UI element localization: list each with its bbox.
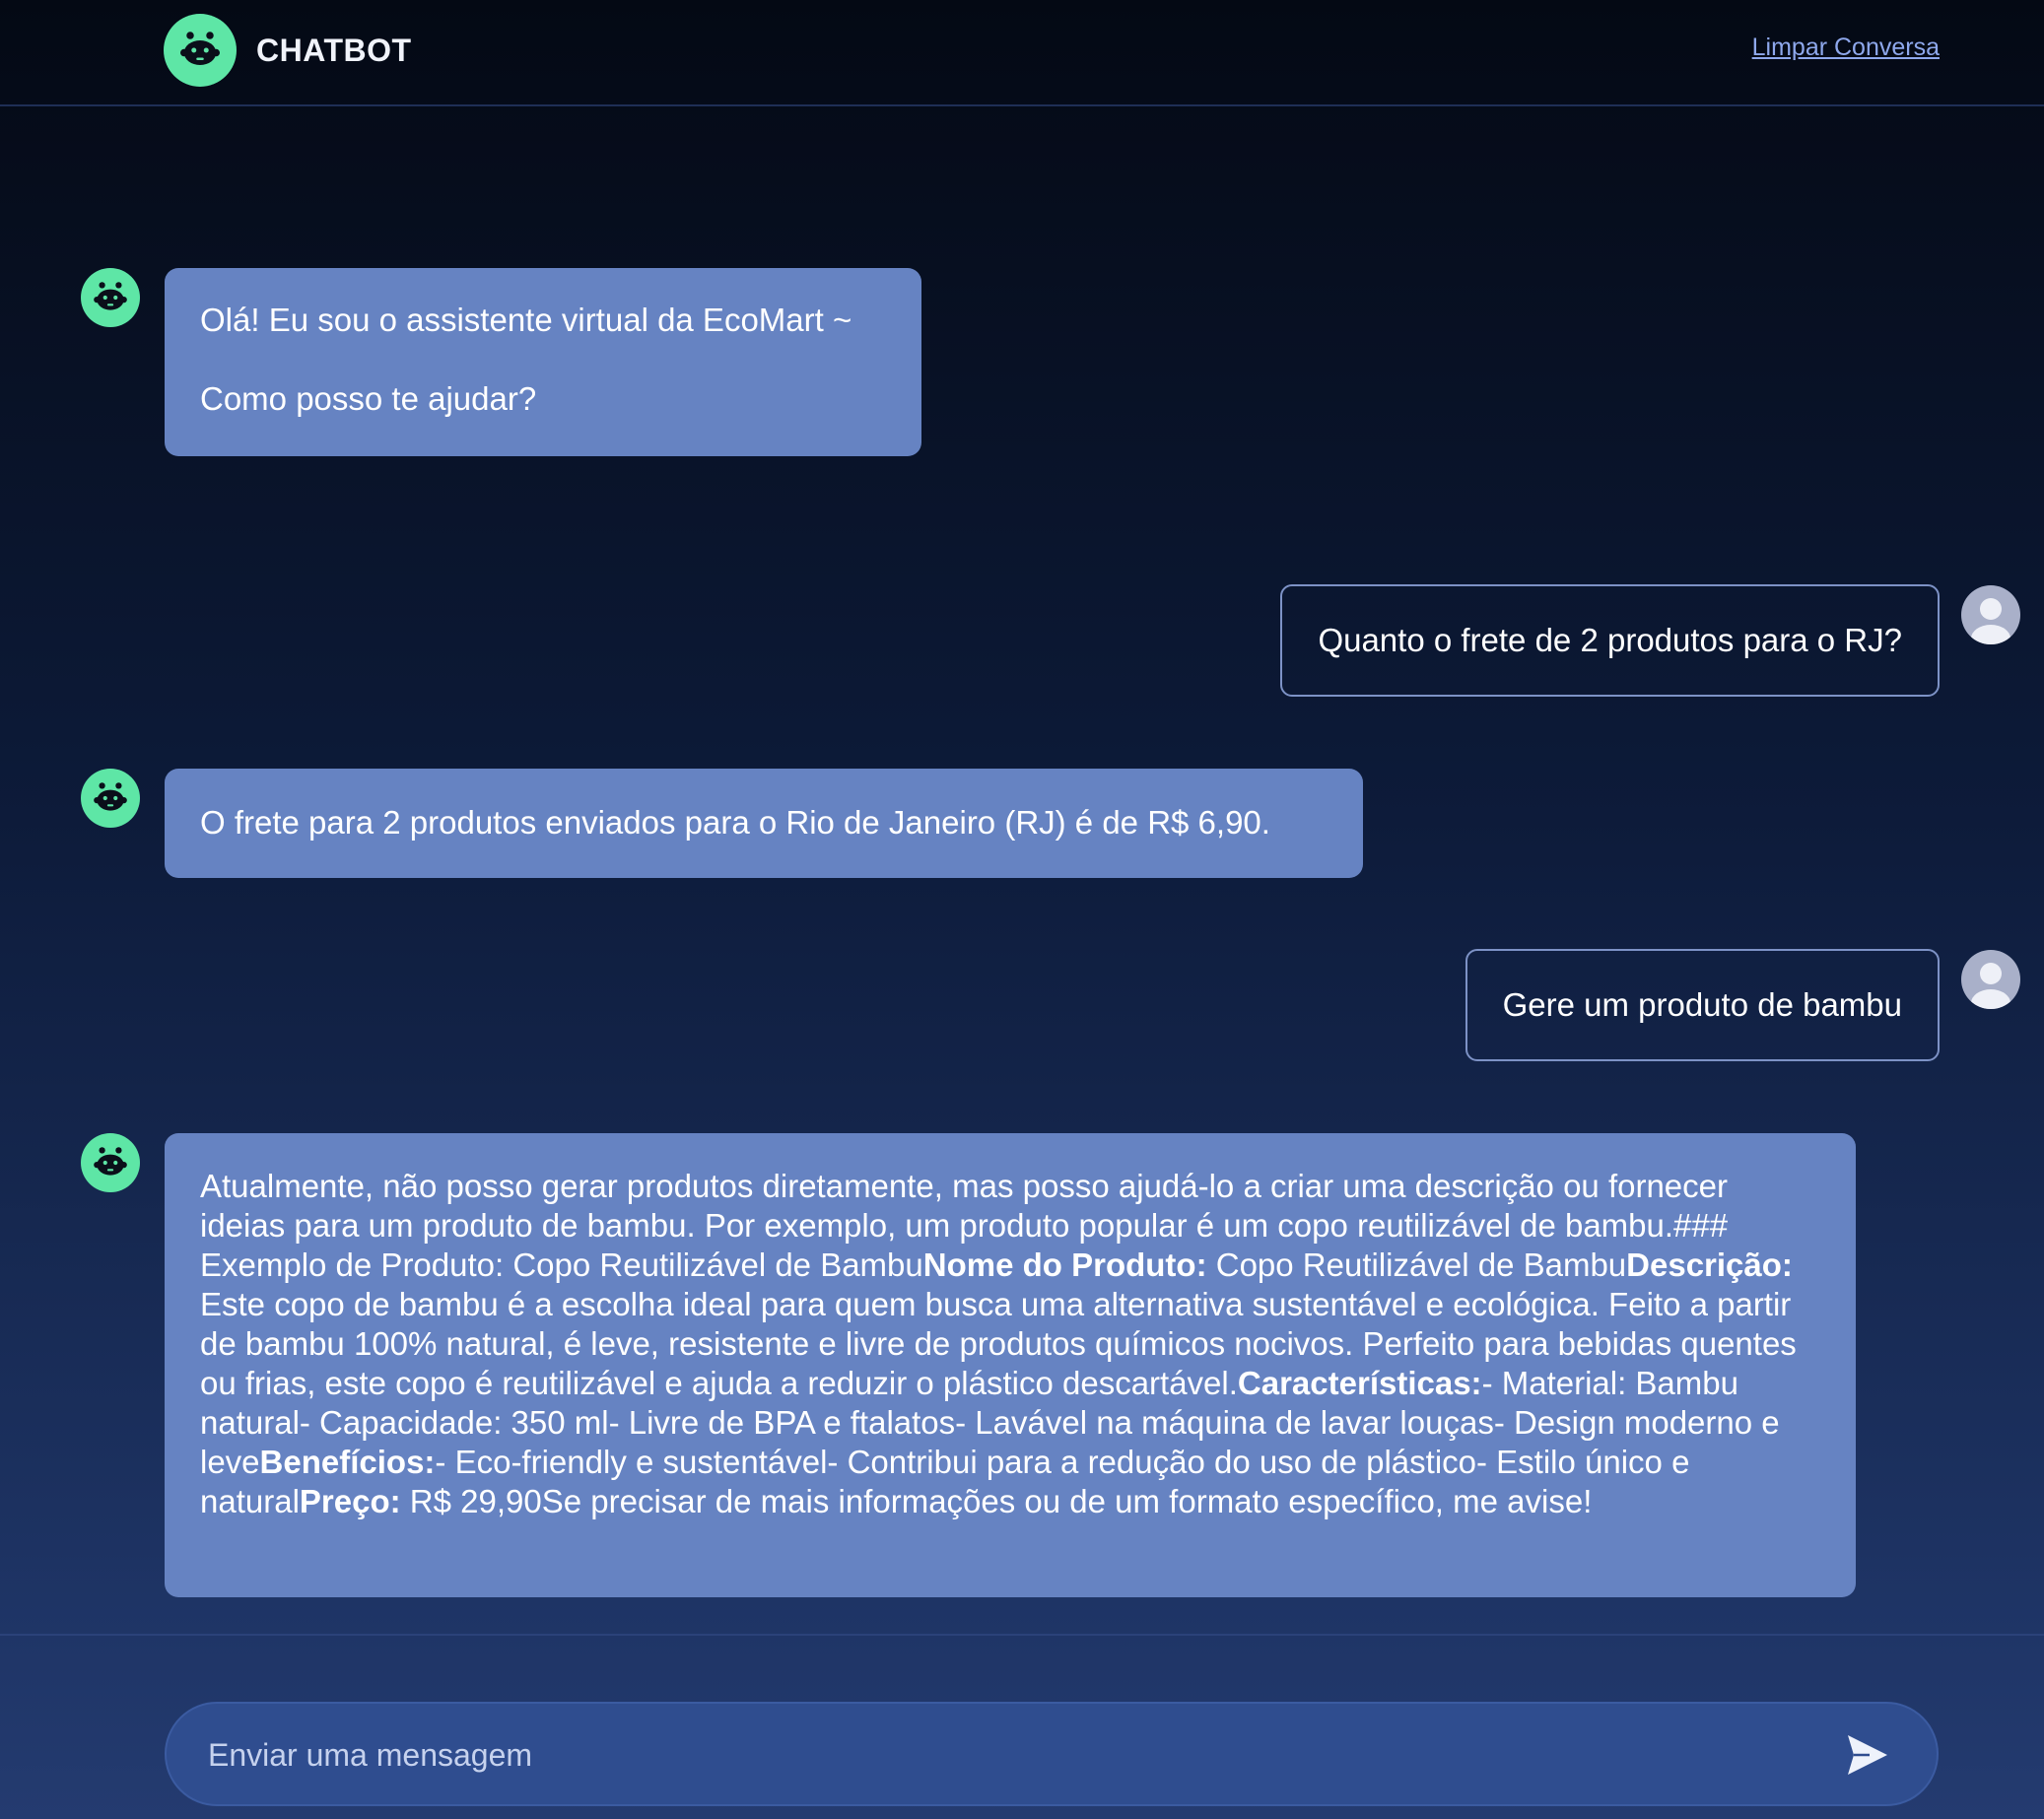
user-avatar-icon <box>1961 950 2020 1009</box>
user-message: Gere um produto de bambu <box>1465 949 1940 1061</box>
robot-logo-icon <box>164 14 237 87</box>
bot-avatar-icon <box>81 1133 140 1192</box>
user-message: Quanto o frete de 2 produtos para o RJ? <box>1280 584 1940 697</box>
message-text: Copo Reutilizável de Bambu <box>1206 1246 1627 1283</box>
bot-avatar-icon <box>81 769 140 828</box>
bold-label: Preço: <box>299 1483 401 1519</box>
composer-area <box>0 1634 2044 1819</box>
bold-label: Descrição: <box>1626 1246 1793 1283</box>
bot-message: Atualmente, não posso gerar produtos dir… <box>165 1133 1856 1597</box>
bold-label: Benefícios: <box>259 1444 436 1480</box>
message-text: R$ 29,90Se precisar de mais informações … <box>400 1483 1593 1519</box>
message-text: Como posso te ajudar? <box>200 380 537 417</box>
bot-message: Olá! Eu sou o assistente virtual da EcoM… <box>165 268 921 456</box>
message-input[interactable] <box>206 1704 1806 1806</box>
bold-label: Nome do Produto: <box>922 1246 1207 1283</box>
brand: CHATBOT <box>164 14 412 87</box>
bot-message: O frete para 2 produtos enviados para o … <box>165 769 1363 878</box>
message-text: O frete para 2 produtos enviados para o … <box>200 804 1270 841</box>
message-composer <box>165 1702 1939 1806</box>
send-arrow-icon <box>1848 1735 1887 1775</box>
user-avatar-icon <box>1961 585 2020 644</box>
bot-avatar-icon <box>81 268 140 327</box>
message-text: Quanto o frete de 2 produtos para o RJ? <box>1318 622 1902 658</box>
message-text: Gere um produto de bambu <box>1502 986 1902 1023</box>
message-text: Olá! Eu sou o assistente virtual da EcoM… <box>200 302 852 338</box>
clear-conversation-link[interactable]: Limpar Conversa <box>1752 34 1940 62</box>
brand-name: CHATBOT <box>256 32 412 68</box>
chat-thread: Olá! Eu sou o assistente virtual da EcoM… <box>0 106 2044 1634</box>
send-button[interactable] <box>1838 1725 1897 1785</box>
app-header: CHATBOT Limpar Conversa <box>0 0 2044 106</box>
bold-label: Características: <box>1237 1365 1482 1401</box>
